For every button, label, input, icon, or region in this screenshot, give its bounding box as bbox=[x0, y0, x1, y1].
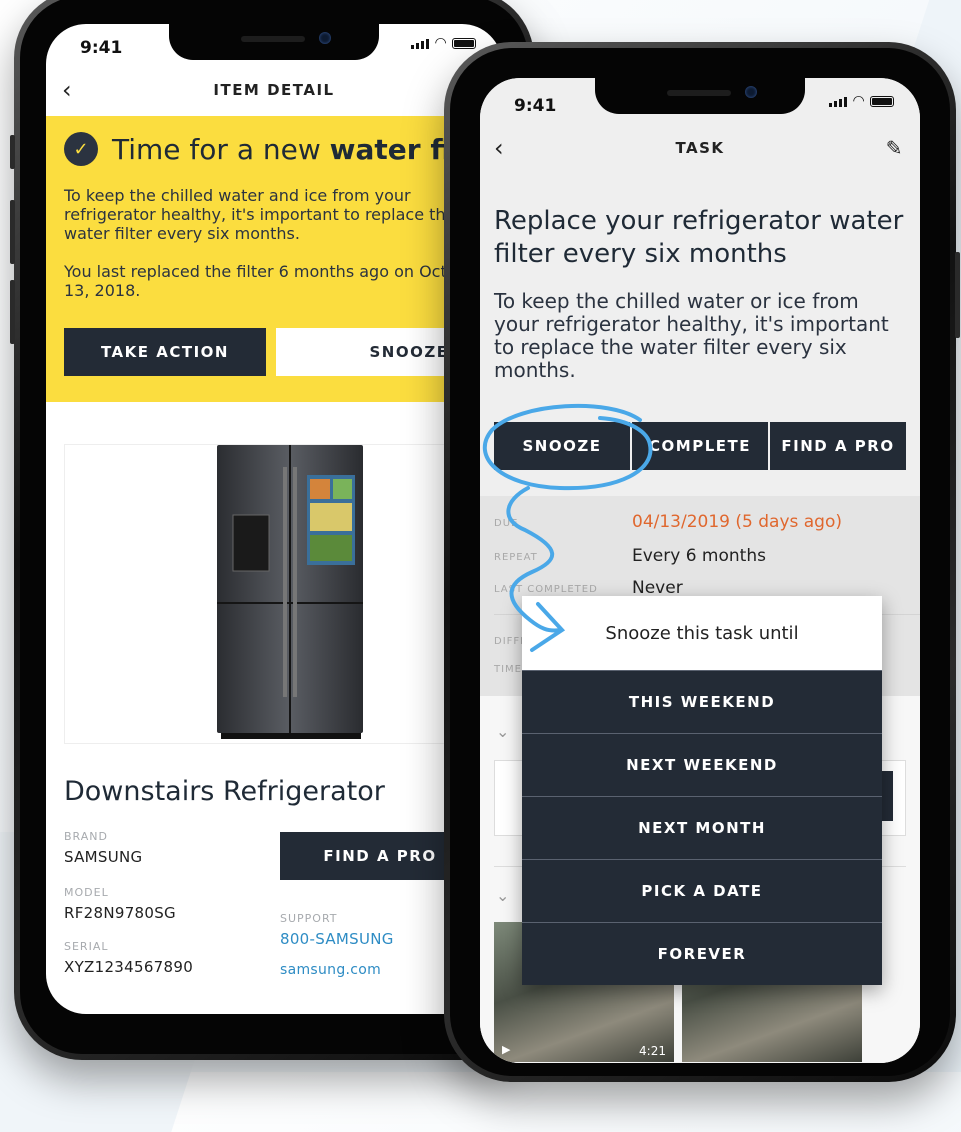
due-date-value: 04/13/2019 (5 days ago) bbox=[632, 512, 843, 532]
play-icon[interactable]: ▶ bbox=[502, 1043, 510, 1056]
video-duration: 4:21 bbox=[639, 1044, 666, 1058]
snooze-option-forever[interactable]: FOREVER bbox=[522, 922, 882, 985]
detail-label: TIME bbox=[494, 664, 523, 675]
back-chevron-icon[interactable]: ‹ bbox=[62, 76, 73, 104]
support-label: SUPPORT bbox=[280, 912, 338, 925]
snooze-menu: Snooze this task until THIS WEEKEND NEXT… bbox=[522, 596, 882, 985]
notch bbox=[169, 24, 379, 60]
detail-label: REPEAT bbox=[494, 552, 538, 563]
snooze-task-button[interactable]: SNOOZE bbox=[494, 422, 630, 470]
snooze-option-next-month[interactable]: NEXT MONTH bbox=[522, 796, 882, 859]
last-replaced-text: You last replaced the filter 6 months ag… bbox=[64, 262, 484, 300]
status-time: 9:41 bbox=[514, 96, 557, 116]
find-a-pro-button[interactable]: FIND A PRO bbox=[770, 422, 906, 470]
task-title: Replace your refrigerator water filter e… bbox=[494, 206, 904, 269]
detail-label: DUE bbox=[494, 518, 519, 529]
brand-value: SAMSUNG bbox=[64, 848, 143, 866]
detail-label: LAST COMPLETED bbox=[494, 584, 598, 595]
signal-icon bbox=[829, 97, 848, 107]
power-button bbox=[955, 252, 960, 338]
nav-bar: ‹ TASK ✎ bbox=[480, 126, 920, 170]
signal-icon bbox=[411, 39, 430, 49]
support-website-link[interactable]: samsung.com bbox=[280, 962, 381, 978]
model-label: MODEL bbox=[64, 886, 109, 899]
back-chevron-icon[interactable]: ‹ bbox=[494, 134, 505, 162]
edit-pencil-icon[interactable]: ✎ bbox=[886, 136, 904, 160]
refrigerator-image bbox=[217, 445, 363, 739]
snooze-option-pick-a-date[interactable]: PICK A DATE bbox=[522, 859, 882, 922]
nav-bar: ‹ ITEM DETAIL bbox=[46, 68, 502, 112]
filter-alert-banner: ✓ Time for a new water filter To keep th… bbox=[46, 116, 502, 402]
nav-title: TASK bbox=[675, 139, 725, 157]
volume-up-button bbox=[10, 200, 15, 264]
model-value: RF28N9780SG bbox=[64, 904, 176, 922]
wifi-icon: ◠ bbox=[853, 93, 864, 109]
snooze-option-this-weekend[interactable]: THIS WEEKEND bbox=[522, 670, 882, 733]
support-phone-link[interactable]: 800-SAMSUNG bbox=[280, 930, 394, 948]
chevron-down-icon[interactable]: ⌄ bbox=[496, 722, 509, 741]
status-time: 9:41 bbox=[80, 38, 123, 58]
alert-title: ✓ Time for a new water filter bbox=[64, 132, 502, 166]
task-description: To keep the chilled water or ice from yo… bbox=[494, 289, 889, 382]
alert-body: To keep the chilled water and ice from y… bbox=[64, 186, 456, 243]
product-image-card bbox=[64, 444, 486, 744]
take-action-button[interactable]: TAKE ACTION bbox=[64, 328, 266, 376]
repeat-value: Every 6 months bbox=[632, 546, 766, 566]
right-phone-frame: 9:41 ◠ ‹ TASK ✎ Replace your refrigerato… bbox=[444, 42, 960, 1082]
item-detail-screen: 9:41 ◠ ‹ ITEM DETAIL ✓ Time for a new wa… bbox=[46, 24, 502, 1014]
item-name: Downstairs Refrigerator bbox=[64, 776, 385, 807]
alert-title-light: Time for a new bbox=[112, 132, 330, 166]
nav-title: ITEM DETAIL bbox=[213, 81, 335, 99]
snooze-option-next-weekend[interactable]: NEXT WEEKEND bbox=[522, 733, 882, 796]
volume-down-button bbox=[10, 280, 15, 344]
serial-label: SERIAL bbox=[64, 940, 109, 953]
mute-switch bbox=[10, 135, 15, 169]
camera-icon bbox=[319, 32, 331, 44]
brand-label: BRAND bbox=[64, 830, 108, 843]
last-completed-value: Never bbox=[632, 578, 683, 598]
battery-icon bbox=[452, 38, 476, 49]
chevron-down-icon[interactable]: ⌄ bbox=[496, 886, 509, 905]
check-circle-icon: ✓ bbox=[64, 132, 98, 166]
notch bbox=[595, 78, 805, 114]
serial-value: XYZ1234567890 bbox=[64, 958, 194, 976]
wifi-icon: ◠ bbox=[435, 35, 446, 51]
complete-task-button[interactable]: COMPLETE bbox=[632, 422, 768, 470]
snooze-menu-header: Snooze this task until bbox=[522, 596, 882, 670]
camera-icon bbox=[745, 86, 757, 98]
task-screen: 9:41 ◠ ‹ TASK ✎ Replace your refrigerato… bbox=[480, 78, 920, 1063]
battery-icon bbox=[870, 96, 894, 107]
